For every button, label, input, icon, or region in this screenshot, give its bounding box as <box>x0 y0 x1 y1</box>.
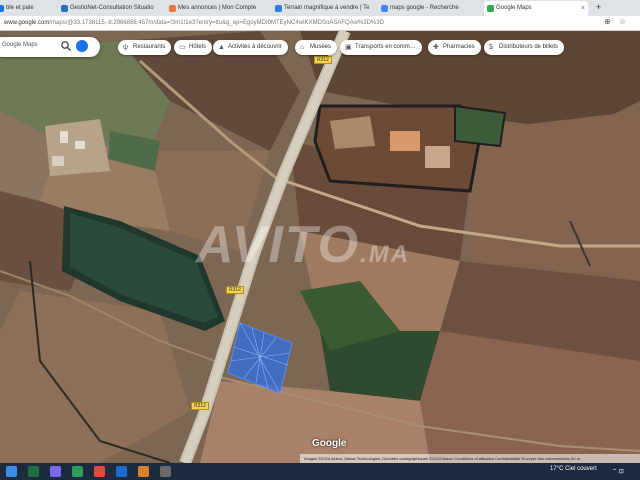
map-search-box[interactable]: Google Maps <box>0 37 100 57</box>
bookmark-star-icon[interactable]: ☆ <box>619 17 634 26</box>
atm-icon: $ <box>489 44 493 51</box>
weather-widget[interactable]: 17°C Ciel couvert <box>550 466 597 472</box>
google-logo: Google <box>312 438 347 449</box>
tab-favicon-icon <box>169 5 176 12</box>
avito-watermark: AVITO.MA <box>196 215 410 275</box>
tab-favicon-icon <box>381 5 388 12</box>
watermark-text: AVITO <box>196 216 361 274</box>
chrome-icon[interactable] <box>72 466 83 477</box>
tab-label: GestioNet-Consultation Situatio <box>70 5 154 11</box>
system-tray[interactable]: ⌃ ⊡ <box>612 468 624 475</box>
museum-icon: ⌂ <box>300 44 305 51</box>
chip-transit[interactable]: ▣ Transports en comm… <box>340 40 422 55</box>
road-label: R312 <box>226 286 244 294</box>
chip-label: Pharmacies <box>443 44 475 50</box>
tab-6-active[interactable]: Google Maps × <box>484 1 588 16</box>
new-tab-button[interactable]: + <box>596 0 601 15</box>
map-canvas[interactable]: R312 R312 R312 AVITO.MA Google Maps ψ Res… <box>0 31 640 463</box>
word-icon[interactable] <box>116 466 127 477</box>
tab-label: Mes annonces | Mon Compte <box>178 5 257 11</box>
tab-favicon-icon <box>275 5 282 12</box>
road-label: R312 <box>191 402 209 410</box>
translate-icon[interactable]: ⊕ <box>604 17 619 26</box>
tab-label: maps google - Recherche <box>390 5 459 11</box>
tab-1[interactable]: ble et pale <box>0 1 56 16</box>
url-path: /maps/@33.1738115,-8.2966886,457m/data=!… <box>49 20 384 26</box>
chip-label: Hôtels <box>189 44 207 50</box>
search-icon[interactable] <box>60 40 72 52</box>
chip-label: Musées <box>310 44 332 50</box>
tab-label: ble et pale <box>6 5 34 11</box>
chip-pharmacies[interactable]: ✚ Pharmacies <box>428 40 481 55</box>
address-bar-icons: ⊕☆ <box>604 17 634 26</box>
activities-icon: ▲ <box>218 44 225 51</box>
chip-atm[interactable]: $ Distributeurs de billets <box>484 40 565 55</box>
chip-hotels[interactable]: ▭ Hôtels <box>174 40 213 55</box>
chip-restaurants[interactable]: ψ Restaurants <box>118 40 172 55</box>
hotel-icon: ▭ <box>179 44 186 51</box>
address-bar: www.google.com/maps/@33.1738115,-8.29668… <box>0 16 640 31</box>
search-input[interactable]: Google Maps <box>2 42 38 48</box>
watermark-suffix: .MA <box>360 241 411 268</box>
chip-label: Restaurants <box>133 44 166 50</box>
tab-favicon-icon <box>0 5 4 12</box>
tab-favicon-icon <box>487 5 494 12</box>
chip-label: Activités à découvrir <box>228 44 282 50</box>
app-icon[interactable] <box>160 466 171 477</box>
taskbar: 17°C Ciel couvert ⌃ ⊡ <box>0 463 640 480</box>
excel-icon[interactable] <box>28 466 39 477</box>
tab-2[interactable]: GestioNet-Consultation Situatio <box>58 1 162 16</box>
directions-icon[interactable] <box>76 40 88 52</box>
map-attribution: Images ©2024 Airbus, Maxar Technologies,… <box>300 454 640 463</box>
road-label: R312 <box>314 56 332 64</box>
app-icon[interactable] <box>50 466 61 477</box>
app-icon[interactable] <box>94 466 105 477</box>
url-host: www.google.com <box>4 20 50 26</box>
chip-label: Distributeurs de billets <box>499 44 559 50</box>
tab-3[interactable]: Mes annonces | Mon Compte <box>166 1 270 16</box>
chip-activities[interactable]: ▲ Activités à découvrir <box>213 40 288 55</box>
tab-label: Google Maps <box>496 5 532 11</box>
chip-museums[interactable]: ⌂ Musées <box>295 40 338 55</box>
transit-icon: ▣ <box>345 44 352 51</box>
restaurant-icon: ψ <box>123 44 128 51</box>
tab-bar: ble et pale GestioNet-Consultation Situa… <box>0 0 640 16</box>
tab-5[interactable]: maps google - Recherche <box>378 1 482 16</box>
chip-label: Transports en comm… <box>355 44 416 50</box>
tab-favicon-icon <box>61 5 68 12</box>
windows-start-icon[interactable] <box>6 466 17 477</box>
tab-label: Terrain magnifique à vendre | Te <box>284 5 370 11</box>
tab-4[interactable]: Terrain magnifique à vendre | Te <box>272 1 376 16</box>
pharmacy-icon: ✚ <box>433 44 439 51</box>
url-field[interactable]: www.google.com/maps/@33.1738115,-8.29668… <box>4 18 384 28</box>
close-tab-icon[interactable]: × <box>581 1 585 16</box>
powerpoint-icon[interactable] <box>138 466 149 477</box>
